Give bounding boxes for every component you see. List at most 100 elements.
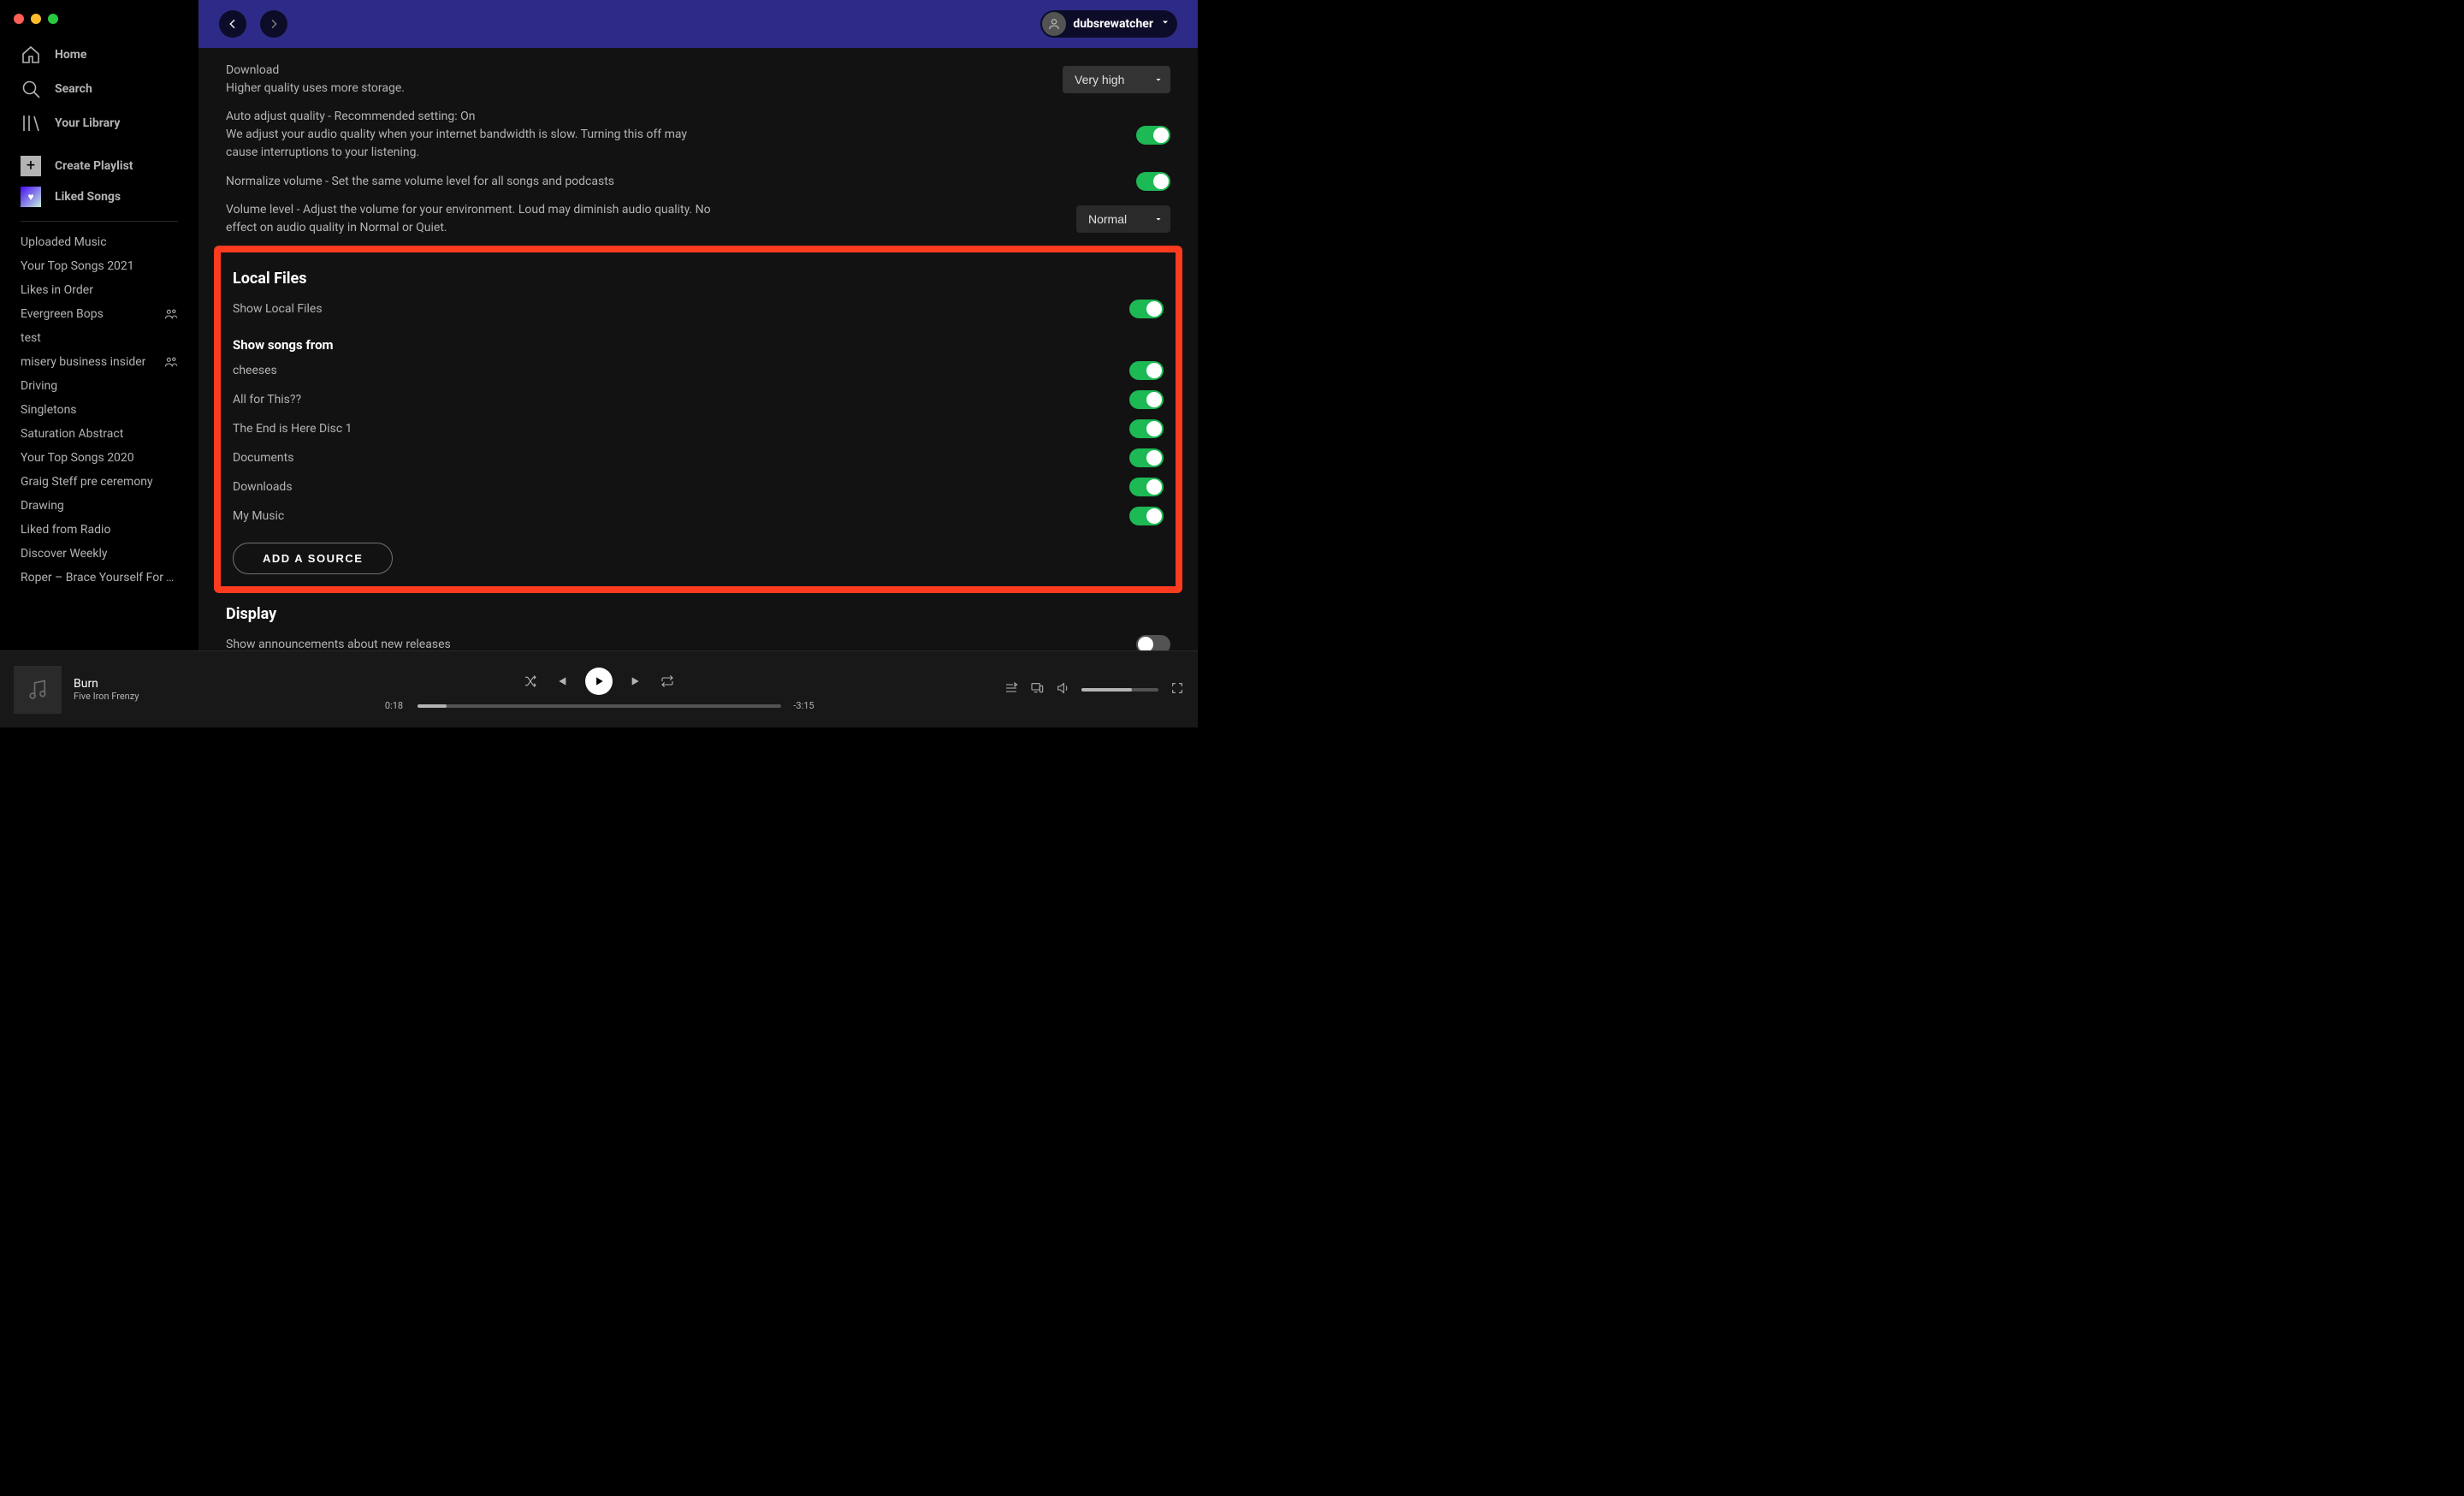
- track-title[interactable]: Burn: [74, 677, 139, 691]
- plus-icon: +: [21, 156, 41, 176]
- repeat-button[interactable]: [660, 674, 674, 688]
- elapsed-time: 0:18: [380, 700, 409, 711]
- album-art[interactable]: [14, 666, 62, 714]
- playlist-name: Graig Steff pre ceremony: [21, 475, 153, 489]
- playlist-item[interactable]: Driving: [7, 374, 192, 398]
- library-icon: [21, 113, 41, 134]
- caret-down-icon: [1160, 17, 1170, 31]
- playlist-item[interactable]: Discover Weekly: [7, 542, 192, 566]
- back-button[interactable]: [219, 10, 246, 38]
- settings-content[interactable]: Download Higher quality uses more storag…: [198, 48, 1198, 650]
- volume-slider[interactable]: [1081, 688, 1158, 692]
- skip-back-icon: [554, 674, 568, 688]
- history-nav: [219, 10, 287, 38]
- fullscreen-button[interactable]: [1170, 681, 1184, 698]
- local-source-toggle[interactable]: [1129, 390, 1164, 409]
- playlist-item[interactable]: Liked from Radio: [7, 518, 192, 542]
- forward-button[interactable]: [260, 10, 287, 38]
- devices-button[interactable]: [1030, 681, 1044, 698]
- queue-icon: [1004, 681, 1018, 695]
- window-controls: [0, 0, 198, 24]
- person-icon: [1047, 17, 1061, 31]
- local-files-heading: Local Files: [233, 270, 1164, 288]
- announcements-toggle[interactable]: [1136, 635, 1170, 650]
- nav-home-label: Home: [55, 48, 86, 62]
- player-controls: 0:18 -3:15: [380, 668, 819, 711]
- player-bar: Burn Five Iron Frenzy: [0, 650, 1198, 727]
- local-source-toggle[interactable]: [1129, 478, 1164, 496]
- local-source-label: The End is Here Disc 1: [233, 420, 352, 438]
- local-source-toggle[interactable]: [1129, 419, 1164, 438]
- local-source-toggle[interactable]: [1129, 507, 1164, 525]
- playlist-item[interactable]: Your Top Songs 2021: [7, 254, 192, 278]
- playlist-list[interactable]: Uploaded MusicYour Top Songs 2021Likes i…: [0, 230, 198, 650]
- play-button[interactable]: [585, 668, 613, 695]
- nav-library[interactable]: Your Library: [7, 106, 192, 140]
- playlist-name: misery business insider: [21, 355, 145, 369]
- playlist-item[interactable]: Singletons: [7, 398, 192, 422]
- playlist-item[interactable]: Saturation Abstract: [7, 422, 192, 446]
- playlist-item[interactable]: Likes in Order: [7, 278, 192, 302]
- add-source-button[interactable]: ADD A SOURCE: [233, 543, 393, 574]
- playlist-item[interactable]: Uploaded Music: [7, 230, 192, 254]
- nav-home[interactable]: Home: [7, 38, 192, 72]
- show-songs-from-heading: Show songs from: [233, 337, 1164, 353]
- show-local-files-toggle[interactable]: [1129, 300, 1164, 318]
- liked-songs[interactable]: ♥ Liked Songs: [7, 181, 192, 212]
- download-quality-select[interactable]: Very high: [1063, 66, 1170, 93]
- track-artist[interactable]: Five Iron Frenzy: [74, 691, 139, 702]
- close-window-icon[interactable]: [14, 14, 24, 24]
- create-playlist[interactable]: + Create Playlist: [7, 151, 192, 181]
- chevron-left-icon: [226, 17, 240, 31]
- playlist-item[interactable]: misery business insider: [7, 350, 192, 374]
- local-source-row: Downloads: [233, 472, 1164, 502]
- create-playlist-label: Create Playlist: [55, 159, 133, 173]
- playlist-item[interactable]: Graig Steff pre ceremony: [7, 470, 192, 494]
- chevron-right-icon: [267, 17, 281, 31]
- nav-main: Home Search Your Library: [0, 24, 198, 144]
- user-menu[interactable]: dubsrewatcher: [1040, 10, 1177, 38]
- local-source-toggle[interactable]: [1129, 361, 1164, 380]
- next-button[interactable]: [630, 674, 643, 688]
- auto-adjust-desc: We adjust your audio quality when your i…: [226, 126, 714, 162]
- app-window: Home Search Your Library + Create Playli…: [0, 0, 1198, 727]
- local-source-row: All for This??: [233, 385, 1164, 414]
- setting-auto-adjust: Auto adjust quality - Recommended settin…: [226, 103, 1170, 167]
- music-note-icon: [26, 678, 50, 702]
- minimize-window-icon[interactable]: [31, 14, 41, 24]
- shuffle-icon: [524, 674, 537, 688]
- setting-download-quality: Download Higher quality uses more storag…: [226, 56, 1170, 103]
- setting-normalize: Normalize volume - Set the same volume l…: [226, 167, 1170, 196]
- local-sources-list: cheesesAll for This??The End is Here Dis…: [233, 356, 1164, 531]
- queue-button[interactable]: [1004, 681, 1018, 698]
- playlist-item[interactable]: Your Top Songs 2020: [7, 446, 192, 470]
- auto-adjust-toggle[interactable]: [1136, 126, 1170, 145]
- download-subtitle: Higher quality uses more storage.: [226, 80, 405, 98]
- playlist-name: Evergreen Bops: [21, 307, 104, 321]
- local-source-row: My Music: [233, 502, 1164, 531]
- shuffle-button[interactable]: [524, 674, 537, 688]
- local-source-toggle[interactable]: [1129, 448, 1164, 467]
- devices-icon: [1030, 681, 1044, 695]
- playlist-item[interactable]: test: [7, 326, 192, 350]
- playlist-name: Discover Weekly: [21, 547, 108, 561]
- home-icon: [21, 45, 41, 65]
- mute-button[interactable]: [1056, 681, 1069, 698]
- topbar: dubsrewatcher: [198, 0, 1198, 48]
- local-source-label: My Music: [233, 508, 284, 525]
- normalize-toggle[interactable]: [1136, 172, 1170, 191]
- nav-search[interactable]: Search: [7, 72, 192, 106]
- user-name: dubsrewatcher: [1073, 17, 1153, 31]
- volume-level-select[interactable]: Normal: [1076, 205, 1170, 233]
- playlist-item[interactable]: Drawing: [7, 494, 192, 518]
- playlist-item[interactable]: Roper – Brace Yourself For T…: [7, 566, 192, 590]
- setting-show-local-files: Show Local Files: [233, 294, 1164, 324]
- playlist-item[interactable]: Evergreen Bops: [7, 302, 192, 326]
- previous-button[interactable]: [554, 674, 568, 688]
- progress-track[interactable]: [418, 704, 781, 708]
- remaining-time: -3:15: [790, 700, 819, 711]
- heart-icon: ♥: [21, 187, 41, 207]
- now-playing: Burn Five Iron Frenzy: [14, 666, 380, 714]
- maximize-window-icon[interactable]: [48, 14, 58, 24]
- progress-bar[interactable]: 0:18 -3:15: [380, 700, 819, 711]
